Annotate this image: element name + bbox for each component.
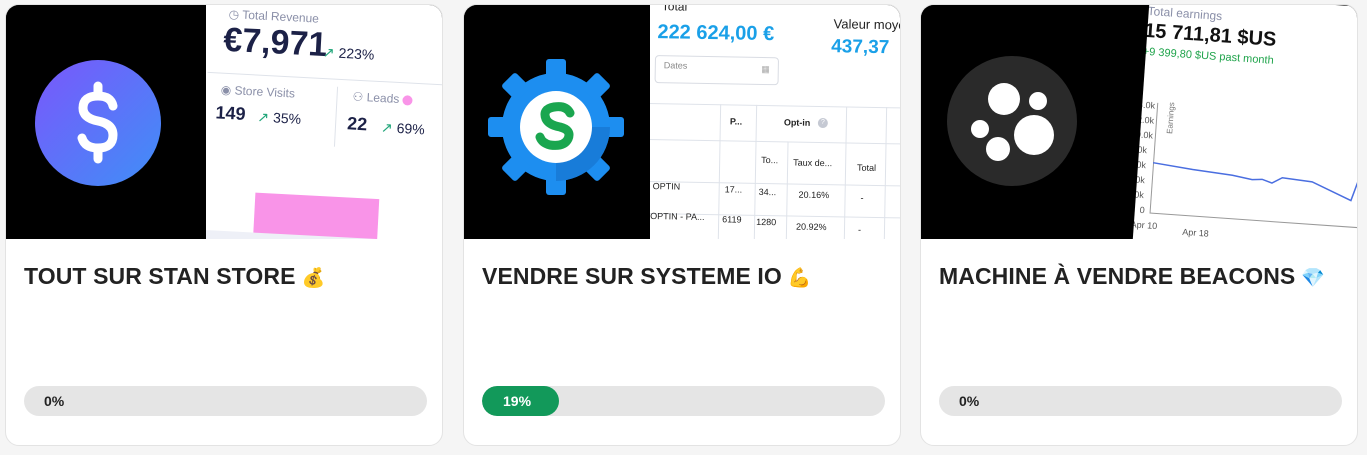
store-visits-change: 35% xyxy=(272,109,302,127)
total-revenue-change: 223% xyxy=(338,44,375,63)
course-title[interactable]: MACHINE À VENDRE BEACONS 💎 xyxy=(939,263,1325,290)
beacons-dashboard-screenshot: Total earnings 15 711,81 $US +9 399,80 $… xyxy=(1116,5,1357,239)
column-header: To... xyxy=(761,154,779,166)
column-header: Taux de... xyxy=(793,157,833,169)
money-bag-icon: 💰 xyxy=(301,268,326,289)
x-tick: Apr 10 xyxy=(1130,219,1158,232)
table-cell: 17... xyxy=(724,184,743,195)
dollar-icon xyxy=(35,60,161,186)
y-tick: 0 xyxy=(1139,204,1146,216)
course-thumbnail: ◷ Total Revenue €7,971 ↗ 223% ◉ Store Vis… xyxy=(6,5,442,239)
gem-icon: 💎 xyxy=(1301,268,1326,289)
course-thumbnail: Total 222 624,00 € Valeur moyen 437,37 D… xyxy=(464,5,901,239)
column-header: P... xyxy=(729,116,743,127)
progress-bar: 0% xyxy=(24,386,427,416)
total-label: Total xyxy=(661,5,688,14)
systeme-dashboard-screenshot: Total 222 624,00 € Valeur moyen 437,37 D… xyxy=(645,5,901,239)
progress-bar: 0% xyxy=(939,386,1342,416)
course-card-beacons[interactable]: Total earnings 15 711,81 $US +9 399,80 $… xyxy=(920,4,1358,446)
x-tick: Apr 18 xyxy=(1181,226,1210,239)
column-header: Total xyxy=(857,162,877,173)
leads-change: 69% xyxy=(396,119,426,138)
stan-dashboard-screenshot: ◷ Total Revenue €7,971 ↗ 223% ◉ Store Vis… xyxy=(177,5,442,239)
table-cell: 6119 xyxy=(722,214,742,225)
leads-dot-icon xyxy=(402,95,413,106)
progress-label: 0% xyxy=(44,393,65,409)
total-revenue-value: €7,971 xyxy=(222,20,329,65)
table-cell: - xyxy=(857,224,862,235)
table-cell: 20.92% xyxy=(795,221,827,233)
store-visits-label: Store Visits xyxy=(234,83,296,101)
leads-value: 22 xyxy=(346,113,368,135)
table-cell: 1280 xyxy=(756,216,777,228)
systeme-io-gear-icon xyxy=(488,59,624,195)
progress-label: 0% xyxy=(959,393,980,409)
leads-label: Leads xyxy=(366,90,400,106)
course-card-systeme-io[interactable]: Total 222 624,00 € Valeur moyen 437,37 D… xyxy=(463,4,901,446)
table-cell: 34... xyxy=(758,186,777,198)
course-thumbnail: Total earnings 15 711,81 $US +9 399,80 $… xyxy=(921,5,1357,239)
info-icon: ? xyxy=(817,117,828,129)
trend-up-icon: ↗ xyxy=(322,43,336,61)
course-title[interactable]: VENDRE SUR SYSTEME IO 💪 xyxy=(482,263,812,290)
progress-bar: 19% xyxy=(482,386,885,416)
table-cell: 20.16% xyxy=(798,189,830,201)
chart-bar xyxy=(253,192,380,239)
table-cell: OPTIN xyxy=(652,181,681,192)
trend-up-icon: ↗ xyxy=(256,108,270,126)
avg-value: 437,37 xyxy=(831,36,890,59)
trend-up-icon: ↗ xyxy=(380,119,394,136)
beacons-dots-icon xyxy=(947,56,1077,186)
total-value: 222 624,00 € xyxy=(657,21,775,46)
column-header: Opt-in xyxy=(783,117,811,128)
course-card-stan-store[interactable]: ◷ Total Revenue €7,971 ↗ 223% ◉ Store Vis… xyxy=(5,4,443,446)
progress-label: 19% xyxy=(503,393,532,409)
table-cell: OPTIN - PA... xyxy=(650,211,705,222)
store-visits-value: 149 xyxy=(215,102,247,124)
dates-filter-input[interactable]: Dates ▦ xyxy=(654,55,780,86)
course-title[interactable]: TOUT SUR STAN STORE 💰 xyxy=(24,263,325,290)
avg-value-label: Valeur moyen xyxy=(833,16,901,33)
flexed-biceps-icon: 💪 xyxy=(787,268,812,289)
earnings-line-chart xyxy=(1152,161,1357,202)
calendar-icon: ▦ xyxy=(761,63,770,75)
table-cell: - xyxy=(860,192,864,203)
